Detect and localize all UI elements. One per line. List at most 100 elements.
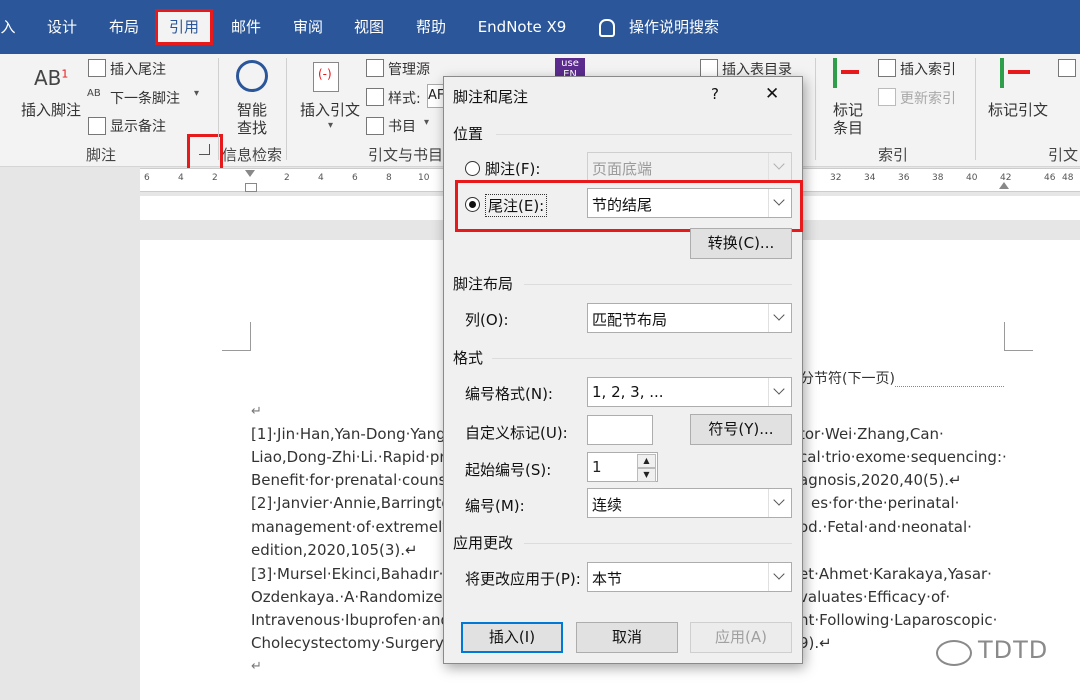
update-index-button[interactable]: 更新索引 bbox=[900, 88, 956, 108]
footnote-position-select[interactable]: 页面底端 bbox=[587, 152, 792, 182]
toa-group-label: 引文 bbox=[1048, 146, 1079, 164]
reference-line-right: nt·Following·Laparoscopic· bbox=[799, 611, 998, 629]
section-divider bbox=[496, 134, 792, 135]
group-divider bbox=[286, 58, 287, 160]
insert-index-button[interactable]: 插入索引 bbox=[900, 59, 956, 79]
help-button[interactable]: ? bbox=[711, 85, 719, 103]
next-footnote-icon: AB bbox=[87, 88, 101, 99]
reference-line: [1]·Jin·Han,Yan-Dong·Yang bbox=[251, 425, 446, 443]
left-indent-marker[interactable] bbox=[245, 183, 257, 192]
reference-line-right: tor·Wei·Zhang,Can· bbox=[799, 425, 944, 443]
tab-review[interactable]: 审阅 bbox=[286, 14, 330, 40]
insert-button[interactable]: 插入(I) bbox=[461, 622, 563, 653]
spin-up-icon[interactable]: ▲ bbox=[637, 454, 656, 468]
index-group-label: 索引 bbox=[878, 146, 909, 164]
start-at-label: 起始编号(S): bbox=[465, 461, 552, 479]
ruler-number: 8 bbox=[386, 173, 392, 183]
bibliography-dropdown-icon[interactable]: ▾ bbox=[424, 117, 429, 128]
ruler-number: 4 bbox=[318, 173, 324, 183]
reference-line: Benefit·for·prenatal·couns bbox=[251, 471, 447, 489]
symbol-button[interactable]: 符号(Y)... bbox=[690, 414, 792, 445]
columns-select[interactable]: 匹配节布局 bbox=[587, 303, 792, 333]
start-at-spinner[interactable]: 1 ▲ ▼ bbox=[587, 452, 658, 482]
manage-sources-button[interactable]: 管理源 bbox=[388, 59, 430, 79]
tab-insert-partial[interactable]: 入 bbox=[0, 14, 18, 40]
insert-footnote-button[interactable]: 插入脚注 bbox=[21, 99, 81, 120]
custom-mark-input[interactable] bbox=[587, 415, 653, 445]
wechat-logo-icon bbox=[936, 640, 972, 666]
tell-me-search[interactable]: 操作说明搜索 bbox=[624, 14, 724, 40]
tab-endnote[interactable]: EndNote X9 bbox=[472, 14, 572, 40]
spin-down-icon[interactable]: ▼ bbox=[637, 468, 656, 482]
ribbon-tab-bar: 入 设计 布局 引用 邮件 审阅 视图 帮助 EndNote X9 操作说明搜索 bbox=[0, 0, 1080, 54]
endnote-highlight-box bbox=[455, 180, 803, 232]
style-label: 样式: bbox=[388, 91, 421, 107]
footnote-label: 脚注(F): bbox=[485, 160, 541, 178]
footnote-radio[interactable] bbox=[465, 161, 480, 176]
section-break-label: 分节符(下一页) bbox=[800, 368, 895, 391]
insert-endnote-button[interactable]: 插入尾注 bbox=[110, 59, 166, 79]
mark-entry-button-line2[interactable]: 条目 bbox=[833, 117, 863, 138]
ruler-number: 40 bbox=[966, 173, 978, 183]
bibliography-button[interactable]: 书目 bbox=[388, 116, 416, 136]
tab-mailings[interactable]: 邮件 bbox=[224, 14, 268, 40]
location-section-label: 位置 bbox=[453, 125, 484, 143]
right-indent-marker[interactable] bbox=[999, 182, 1009, 189]
reference-line: Cholecystectomy·Surgery[ bbox=[251, 634, 450, 652]
reference-line-right: od.·Fetal·and·neonatal· bbox=[799, 518, 972, 536]
smart-lookup-icon bbox=[236, 60, 268, 92]
first-line-indent-marker[interactable] bbox=[245, 170, 255, 177]
reference-line-right: agnosis,2020,40(5).↵ bbox=[799, 471, 962, 489]
convert-button[interactable]: 转换(C)... bbox=[690, 228, 792, 259]
smart-lookup-button-line2[interactable]: 查找 bbox=[237, 117, 267, 138]
group-divider bbox=[815, 58, 816, 160]
lightbulb-icon bbox=[599, 19, 615, 37]
number-format-select[interactable]: 1, 2, 3, ... bbox=[587, 377, 792, 407]
ruler-number: 46 bbox=[1044, 173, 1056, 183]
tab-help[interactable]: 帮助 bbox=[409, 14, 453, 40]
ruler-number: 48 bbox=[1062, 173, 1074, 183]
insert-citation-dropdown-icon[interactable]: ▾ bbox=[328, 120, 333, 131]
reference-line: Intravenous·Ibuprofen·and bbox=[251, 611, 451, 629]
section-divider bbox=[492, 358, 792, 359]
tab-layout[interactable]: 布局 bbox=[102, 14, 146, 40]
reference-line: [2]·Janvier·Annie,Barringto bbox=[251, 494, 451, 512]
ruler-number: 34 bbox=[864, 173, 876, 183]
reference-line-right: et·Ahmet·Karakaya,Yasar· bbox=[799, 565, 992, 583]
apply-to-label: 将更改应用于(P): bbox=[465, 570, 581, 588]
mark-citation-button[interactable]: 标记引文 bbox=[988, 99, 1048, 120]
tab-references[interactable]: 引用 bbox=[155, 9, 213, 45]
crop-mark bbox=[222, 322, 251, 351]
numbering-select[interactable]: 连续 bbox=[587, 488, 792, 518]
insert-footnote-icon: AB1 bbox=[34, 66, 69, 90]
show-notes-button[interactable]: 显示备注 bbox=[110, 116, 166, 136]
number-format-label: 编号格式(N): bbox=[465, 385, 553, 403]
tab-design[interactable]: 设计 bbox=[40, 14, 84, 40]
insert-citation-button[interactable]: 插入引文 bbox=[300, 99, 360, 120]
group-divider bbox=[975, 58, 976, 160]
footnotes-group-label: 脚注 bbox=[86, 146, 117, 164]
cancel-button[interactable]: 取消 bbox=[576, 622, 678, 653]
reference-line-right: valuates·Efficacy·of· bbox=[799, 588, 951, 606]
next-footnote-dropdown-icon[interactable]: ▾ bbox=[194, 88, 199, 99]
reference-line-right: cal·trio·exome·sequencing:· bbox=[799, 448, 1007, 466]
show-notes-icon bbox=[88, 117, 106, 135]
insert-toa-icon bbox=[1058, 59, 1076, 77]
columns-label: 列(O): bbox=[465, 311, 509, 329]
reference-line: edition,2020,105(3).↵ bbox=[251, 541, 418, 559]
apply-to-select[interactable]: 本节 bbox=[587, 562, 792, 592]
ruler-number: 36 bbox=[898, 173, 910, 183]
bibliography-icon bbox=[366, 117, 384, 135]
numbering-label: 编号(M): bbox=[465, 497, 525, 515]
ruler-number: 38 bbox=[932, 173, 944, 183]
paragraph-mark: ↵ bbox=[251, 404, 262, 419]
tab-view[interactable]: 视图 bbox=[347, 14, 391, 40]
apply-button[interactable]: 应用(A) bbox=[690, 622, 792, 653]
section-divider bbox=[524, 284, 792, 285]
close-button[interactable]: ✕ bbox=[765, 84, 779, 104]
style-icon bbox=[366, 88, 384, 106]
start-at-value: 1 bbox=[592, 458, 602, 476]
reference-line: Liao,Dong-Zhi·Li.·Rapid·pr bbox=[251, 448, 446, 466]
next-footnote-button[interactable]: 下一条脚注 bbox=[110, 88, 180, 108]
reference-line: Ozdenkaya.·A·Randomize bbox=[251, 588, 443, 606]
